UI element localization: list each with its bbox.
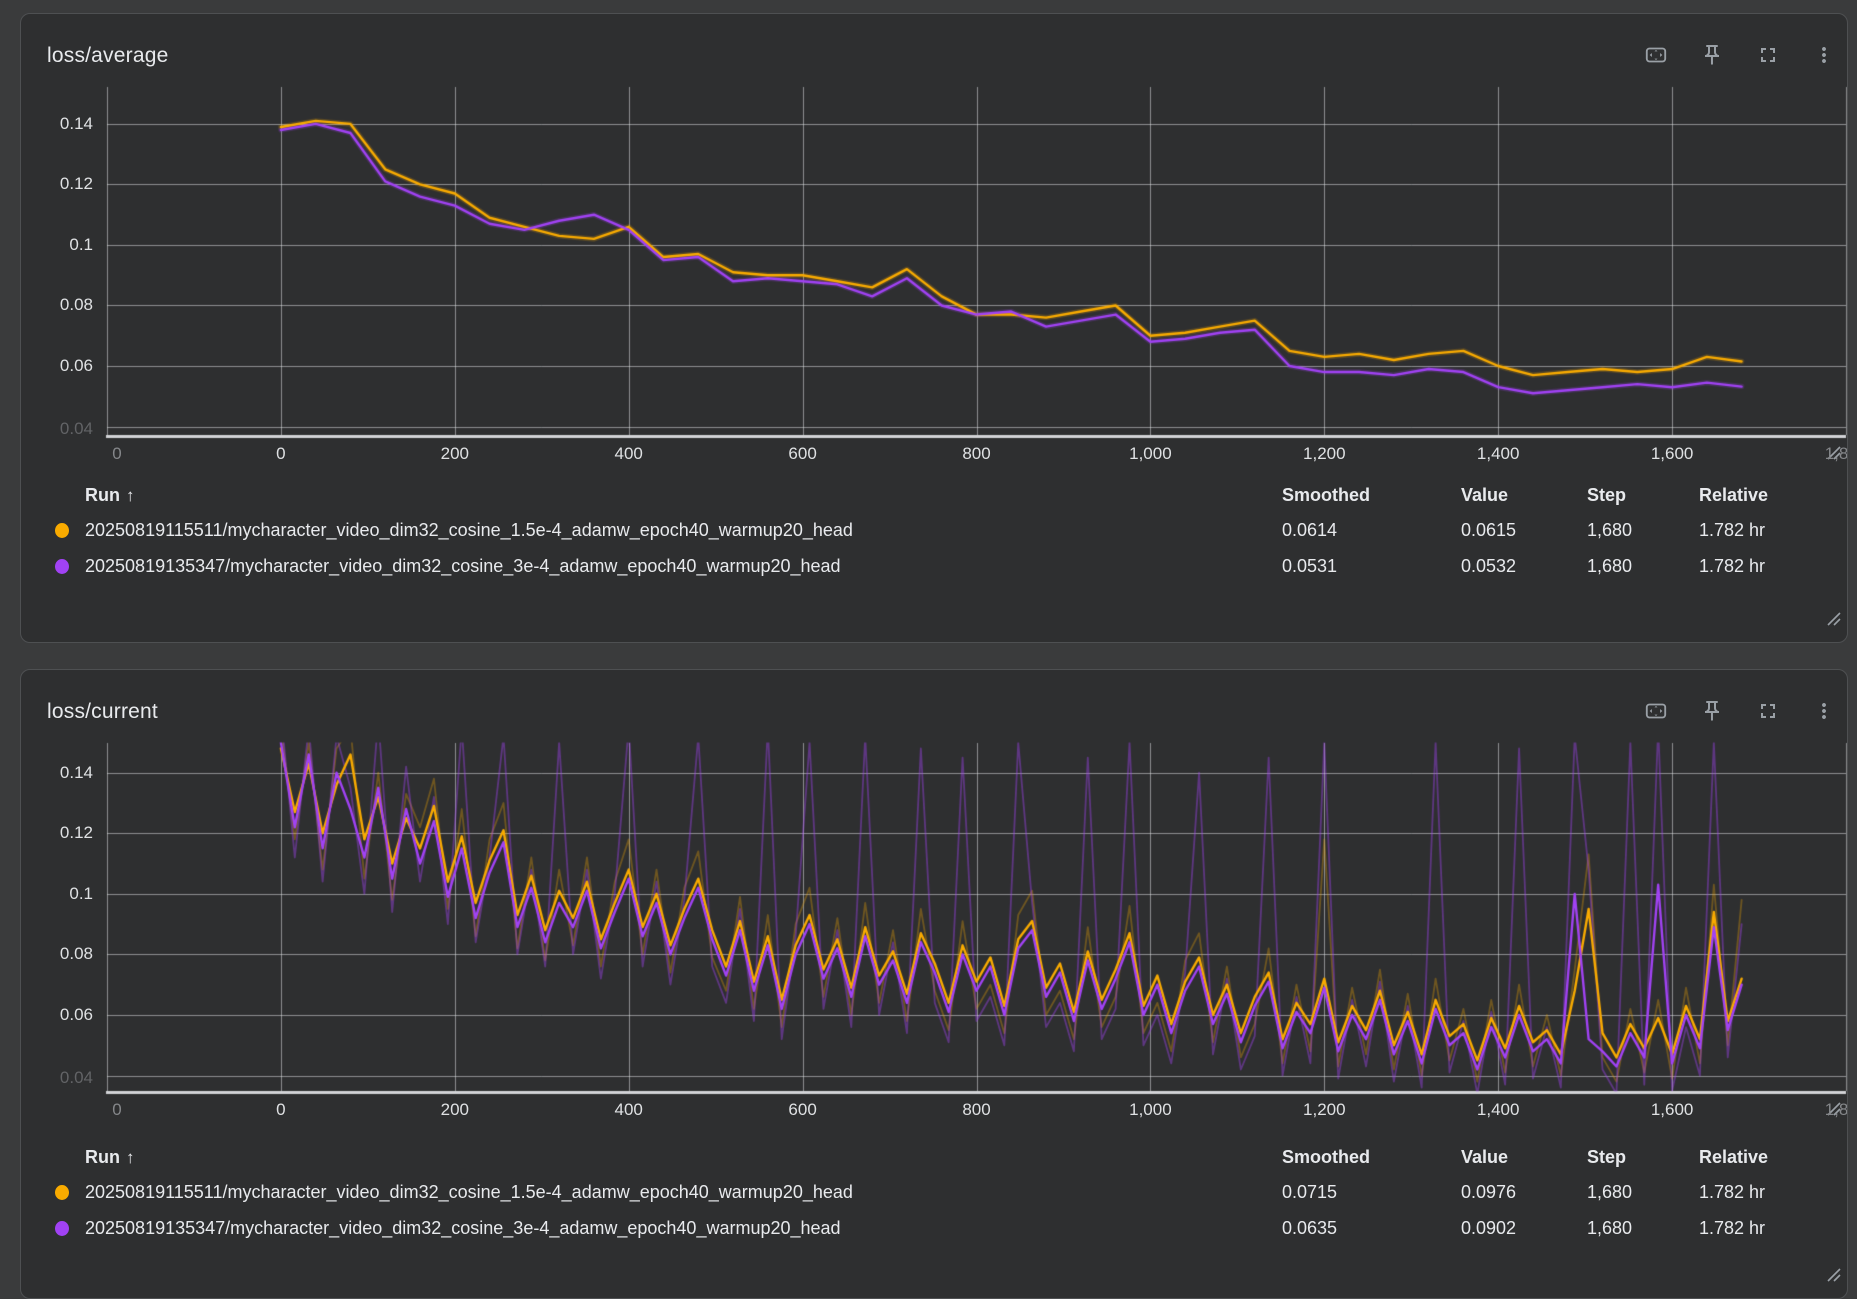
step-column-header[interactable]: Step	[1587, 485, 1699, 506]
y-tick-label: 0.1	[21, 235, 93, 255]
x-tick-label: 0	[246, 1100, 316, 1120]
table-row[interactable]: 20250819135347/mycharacter_video_dim32_c…	[41, 1210, 1847, 1246]
step-column-header[interactable]: Step	[1587, 1147, 1699, 1168]
relative-value: 1.782 hr	[1699, 556, 1847, 577]
value: 0.0532	[1461, 556, 1587, 577]
chart-toolbar	[1643, 698, 1837, 724]
card-resize-handle[interactable]	[1827, 612, 1841, 626]
x-tick-label: 1,200	[1289, 1100, 1359, 1120]
chart-title: loss/average	[47, 44, 168, 68]
y-tick-label: 0.06	[21, 1005, 93, 1025]
chart-toolbar	[1643, 42, 1837, 68]
chart-card-loss-average: loss/average	[20, 13, 1848, 643]
x-tick-label: 800	[942, 444, 1012, 464]
y-tick-label: 0.06	[21, 356, 93, 376]
y-tick-label: 0.12	[21, 174, 93, 194]
run-color-dot	[55, 523, 69, 538]
x-tick-label: 400	[594, 1100, 664, 1120]
value-column-header[interactable]: Value	[1461, 1147, 1587, 1168]
run-table: Run↑ Smoothed Value Step Relative 202508…	[21, 1140, 1847, 1246]
y-tick-label: 0.14	[21, 763, 93, 783]
x-tick-label: 200	[420, 1100, 490, 1120]
more-options-icon[interactable]	[1811, 42, 1837, 68]
run-table: Run↑ Smoothed Value Step Relative 202508…	[21, 478, 1847, 584]
run-name[interactable]: 20250819135347/mycharacter_video_dim32_c…	[85, 1218, 1282, 1239]
x-tick-label: 1,000	[1115, 444, 1185, 464]
step-value: 1,680	[1587, 520, 1699, 541]
fullscreen-icon[interactable]	[1755, 698, 1781, 724]
smoothed-value: 0.0635	[1282, 1218, 1461, 1239]
chart-title: loss/current	[47, 700, 158, 724]
x-tick-label: 400	[594, 444, 664, 464]
smoothed-column-header[interactable]: Smoothed	[1282, 1147, 1461, 1168]
y-tick-label: 0.08	[21, 944, 93, 964]
x-tick-label: 1,400	[1463, 444, 1533, 464]
pin-icon[interactable]	[1699, 698, 1725, 724]
step-value: 1,680	[1587, 1182, 1699, 1203]
table-row[interactable]: 20250819115511/mycharacter_video_dim32_c…	[41, 512, 1847, 548]
step-value: 1,680	[1587, 556, 1699, 577]
relative-value: 1.782 hr	[1699, 520, 1847, 541]
value: 0.0902	[1461, 1218, 1587, 1239]
step-value: 1,680	[1587, 1218, 1699, 1239]
sort-ascending-icon: ↑	[126, 486, 135, 505]
y-edge-label: 0.04	[21, 419, 93, 439]
relative-column-header[interactable]: Relative	[1699, 1147, 1847, 1168]
smoothed-value: 0.0531	[1282, 556, 1461, 577]
smoothed-column-header[interactable]: Smoothed	[1282, 485, 1461, 506]
relative-column-header[interactable]: Relative	[1699, 485, 1847, 506]
x-tick-label: 1,200	[1289, 444, 1359, 464]
y-tick-label: 0.08	[21, 295, 93, 315]
x-tick-label: 0	[246, 444, 316, 464]
loss-average-plot[interactable]	[21, 14, 1848, 464]
table-row[interactable]: 20250819135347/mycharacter_video_dim32_c…	[41, 548, 1847, 584]
value: 0.0615	[1461, 520, 1587, 541]
run-color-dot	[55, 559, 69, 574]
run-name[interactable]: 20250819115511/mycharacter_video_dim32_c…	[85, 1182, 1282, 1203]
x-edge-label: 0	[82, 1100, 152, 1120]
fit-to-data-icon[interactable]	[1643, 698, 1669, 724]
x-tick-label: 600	[768, 444, 838, 464]
y-edge-label: 0.04	[21, 1068, 93, 1088]
card-resize-handle[interactable]	[1827, 1268, 1841, 1282]
value: 0.0976	[1461, 1182, 1587, 1203]
x-tick-label: 800	[942, 1100, 1012, 1120]
x-edge-label: 0	[82, 444, 152, 464]
table-row[interactable]: 20250819115511/mycharacter_video_dim32_c…	[41, 1174, 1847, 1210]
relative-value: 1.782 hr	[1699, 1218, 1847, 1239]
y-tick-label: 0.14	[21, 114, 93, 134]
more-options-icon[interactable]	[1811, 698, 1837, 724]
run-column-header[interactable]: Run↑	[85, 1147, 1282, 1168]
x-tick-label: 1,600	[1637, 1100, 1707, 1120]
fullscreen-icon[interactable]	[1755, 42, 1781, 68]
chart-card-loss-current: loss/current	[20, 669, 1848, 1299]
x-tick-label: 600	[768, 1100, 838, 1120]
loss-current-plot[interactable]	[21, 670, 1848, 1120]
relative-value: 1.782 hr	[1699, 1182, 1847, 1203]
smoothed-value: 0.0614	[1282, 520, 1461, 541]
x-edge-label: 1,800	[1811, 444, 1848, 464]
x-tick-label: 1,600	[1637, 444, 1707, 464]
x-tick-label: 1,400	[1463, 1100, 1533, 1120]
run-color-dot	[55, 1221, 69, 1236]
run-name[interactable]: 20250819115511/mycharacter_video_dim32_c…	[85, 520, 1282, 541]
x-edge-label: 1,800	[1811, 1100, 1848, 1120]
smoothed-value: 0.0715	[1282, 1182, 1461, 1203]
pin-icon[interactable]	[1699, 42, 1725, 68]
run-color-dot	[55, 1185, 69, 1200]
x-tick-label: 1,000	[1115, 1100, 1185, 1120]
y-tick-label: 0.1	[21, 884, 93, 904]
y-tick-label: 0.12	[21, 823, 93, 843]
run-column-header[interactable]: Run↑	[85, 485, 1282, 506]
fit-to-data-icon[interactable]	[1643, 42, 1669, 68]
x-tick-label: 200	[420, 444, 490, 464]
run-table-header: Run↑ Smoothed Value Step Relative	[41, 478, 1847, 512]
run-name[interactable]: 20250819135347/mycharacter_video_dim32_c…	[85, 556, 1282, 577]
value-column-header[interactable]: Value	[1461, 485, 1587, 506]
sort-ascending-icon: ↑	[126, 1148, 135, 1167]
run-table-header: Run↑ Smoothed Value Step Relative	[41, 1140, 1847, 1174]
